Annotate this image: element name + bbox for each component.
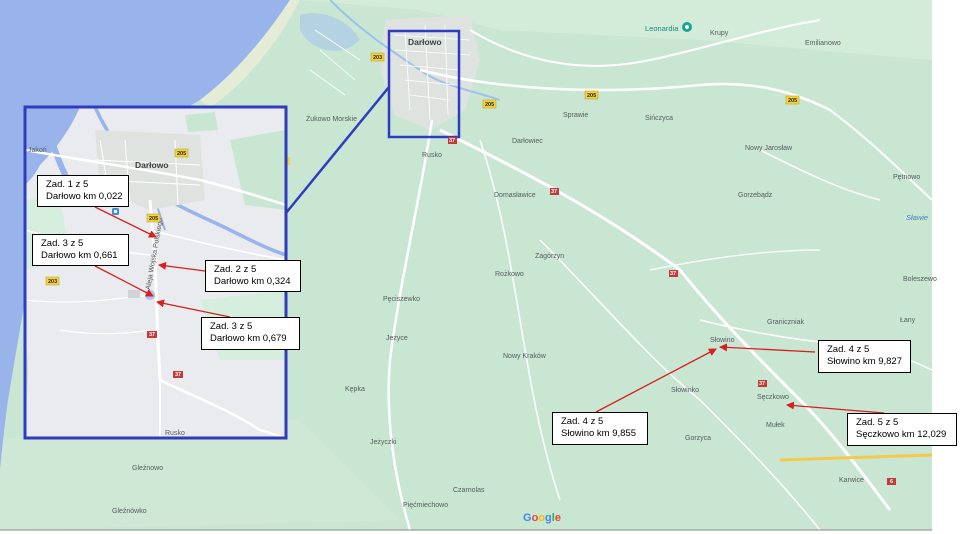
inset-shield-205: 205 xyxy=(174,148,189,158)
svg-text:205: 205 xyxy=(587,93,596,99)
svg-text:37: 37 xyxy=(449,138,455,144)
label-nowy-krakow: Nowy Kraków xyxy=(503,353,547,360)
poi-leonardia-icon[interactable] xyxy=(682,22,692,32)
map-canvas[interactable]: Darłowo Żukowo Morskie Rusko Sprawie Siń… xyxy=(0,0,961,534)
callout-zad1: Zad. 1 z 5 Darłowo km 0,022 xyxy=(37,175,129,207)
label-graniczniak: Graniczniak xyxy=(767,319,804,326)
svg-text:37: 37 xyxy=(149,332,155,338)
svg-text:205: 205 xyxy=(485,102,494,108)
callout-detail: Darłowo km 0,324 xyxy=(214,276,291,287)
google-logo[interactable]: Google xyxy=(523,512,561,524)
shield-205: 205 xyxy=(785,95,800,105)
callout-zad3b: Zad. 3 z 5 Darłowo km 0,679 xyxy=(201,317,300,350)
callout-title: Zad. 4 z 5 xyxy=(561,416,604,427)
label-gleznowo: Gleźnowo xyxy=(132,465,163,472)
inset-shield-203: 203 xyxy=(45,276,60,286)
shield-37: 37 xyxy=(550,188,559,195)
callout-detail: Słowino km 9,855 xyxy=(561,428,636,439)
svg-text:6: 6 xyxy=(890,479,893,485)
shield-203: 203 xyxy=(370,52,385,62)
callout-zad5: Zad. 5 z 5 Sęczkowo km 12,029 xyxy=(847,413,957,446)
callout-title: Zad. 3 z 5 xyxy=(41,238,84,249)
bus-stop-icon[interactable] xyxy=(112,208,119,215)
callout-title: Zad. 2 z 5 xyxy=(214,264,257,275)
label-leonardia: Leonardia xyxy=(645,24,679,33)
callout-detail: Darłowo km 0,661 xyxy=(41,250,118,261)
label-gorzyca: Gorzyca xyxy=(685,435,711,442)
callout-zad2: Zad. 2 z 5 Darłowo km 0,324 xyxy=(205,260,301,292)
label-slowino: Słowino xyxy=(710,337,735,344)
label-sinczyca: Sińczyca xyxy=(645,115,673,122)
label-krupy: Krupy xyxy=(710,30,729,37)
label-rusko: Rusko xyxy=(422,152,442,159)
svg-text:203: 203 xyxy=(48,279,57,285)
inset-label-darlowo: Darłowo xyxy=(135,160,169,170)
label-nowy-jaroslaw: Nowy Jarosław xyxy=(745,145,793,152)
callout-detail: Darłowo km 0,022 xyxy=(46,191,123,202)
callout-title: Zad. 1 z 5 xyxy=(46,179,89,190)
label-karwice: Karwice xyxy=(839,477,864,484)
google-logo-letter: g xyxy=(545,512,552,524)
label-mulek: Mułek xyxy=(766,422,785,429)
label-darlowo: Darłowo xyxy=(408,37,442,47)
svg-text:37: 37 xyxy=(759,381,765,387)
svg-text:203: 203 xyxy=(373,55,382,61)
callout-title: Zad. 5 z 5 xyxy=(856,417,899,428)
label-emilianowo: Emilianowo xyxy=(805,40,841,47)
callout-title: Zad. 3 z 5 xyxy=(210,321,253,332)
shield-37: 37 xyxy=(758,380,767,387)
shield-6: 6 xyxy=(887,478,896,485)
label-czarnolas: Czarnolas xyxy=(453,487,485,494)
label-jezyce: Jeżyce xyxy=(386,335,408,342)
google-logo-letter: e xyxy=(554,512,561,524)
callout-title: Zad. 4 z 5 xyxy=(827,344,870,355)
label-jezyczki: Jeżyczki xyxy=(370,439,397,446)
label-piecmiechowo: Pięćmiechowo xyxy=(403,502,448,509)
shield-205: 205 xyxy=(584,90,599,100)
label-rozkowo: Rożkowo xyxy=(495,271,524,278)
google-logo-letter: G xyxy=(523,512,532,524)
svg-text:37: 37 xyxy=(175,372,181,378)
svg-text:205: 205 xyxy=(177,151,186,157)
label-peciszewko: Pęciszewko xyxy=(383,296,420,303)
svg-text:37: 37 xyxy=(551,189,557,195)
callout-detail: Darłowo km 0,679 xyxy=(210,333,287,344)
label-zukowo: Żukowo Morskie xyxy=(306,114,357,123)
shield-205: 205 xyxy=(482,99,497,109)
inset-shield-37: 37 xyxy=(173,371,183,378)
label-domaslawice: Domasławice xyxy=(494,192,536,199)
label-zagorzyn: Zagórzyn xyxy=(535,253,564,260)
shield-37: 37 xyxy=(448,137,457,144)
label-seczkowo: Sęczkowo xyxy=(757,394,789,401)
svg-text:205: 205 xyxy=(788,98,797,104)
shield-37: 37 xyxy=(669,270,678,277)
inset-label-rusko: Rusko xyxy=(165,430,185,437)
svg-text:37: 37 xyxy=(670,271,676,277)
callout-detail: Słowino km 9,827 xyxy=(827,356,902,367)
label-glesnowko: Gleźnówko xyxy=(112,508,147,515)
inset-label-lakon: Jakoń xyxy=(28,147,47,154)
inset-shield-37: 37 xyxy=(147,331,157,338)
inset-shield-205: 205 xyxy=(146,213,161,223)
label-boleszewo: Boleszewo xyxy=(903,276,937,283)
label-darlowiec: Darłowiec xyxy=(512,138,543,145)
callout-zad4b: Zad. 4 z 5 Słowino km 9,855 xyxy=(552,412,648,445)
label-sprawie: Sprawie xyxy=(563,112,588,119)
label-lany: Łany xyxy=(900,317,916,324)
label-slawie: Sławie xyxy=(906,213,928,222)
callout-detail: Sęczkowo km 12,029 xyxy=(856,429,947,440)
label-gorzebadz: Gorzebądz xyxy=(738,192,773,199)
label-kepka: Kępka xyxy=(345,386,365,393)
callout-zad3a: Zad. 3 z 5 Darłowo km 0,661 xyxy=(32,234,129,266)
callout-zad4a: Zad. 4 z 5 Słowino km 9,827 xyxy=(818,340,911,373)
svg-text:205: 205 xyxy=(149,216,158,222)
map-view[interactable]: Darłowo Żukowo Morskie Rusko Sprawie Siń… xyxy=(0,0,961,534)
label-slowinko: Słowinko xyxy=(671,387,699,394)
label-petnowo: Pętnowo xyxy=(893,174,920,181)
